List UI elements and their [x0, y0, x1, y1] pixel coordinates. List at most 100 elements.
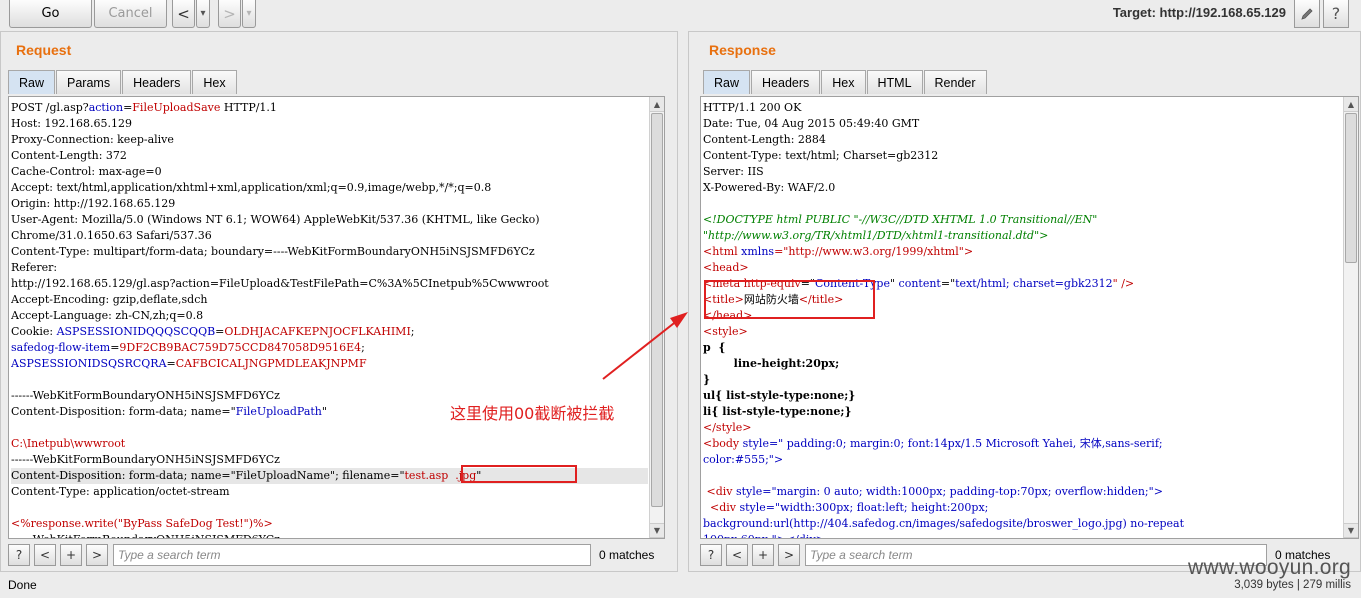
code-token: color:#555;"> [703, 453, 784, 466]
code-token: ul{ list-style-type:none;} [703, 389, 856, 402]
code-token: Host: 192.168.65.129 [11, 117, 132, 130]
code-token: <%response.write("ByPass SafeDog Test!")… [11, 517, 273, 530]
code-line: Chrome/31.0.1650.63 Safari/537.36 [11, 228, 648, 244]
code-token: text/html; charset=gbk2312 [955, 277, 1113, 290]
code-token: HTTP/1.1 200 OK [703, 101, 802, 114]
tab-headers[interactable]: Headers [122, 70, 192, 94]
tab-render[interactable]: Render [923, 70, 987, 94]
code-line: http://192.168.65.129/gl.asp?action=File… [11, 276, 648, 292]
forward-history-dropdown[interactable]: ▾ [242, 0, 256, 28]
code-token: 9DF2CB9BAC759D75CCD847058D9516E4 [119, 341, 362, 354]
back-history-dropdown[interactable]: ▾ [196, 0, 210, 28]
target-host: Target: http://192.168.65.129 [1112, 5, 1286, 20]
help-button[interactable]: ? [1323, 0, 1349, 28]
code-token: " [889, 277, 899, 290]
code-token: " [321, 405, 327, 418]
code-token: <meta [703, 277, 744, 290]
code-token: style [739, 501, 766, 514]
code-token: http://192.168.65.129/gl.asp?action=File… [11, 277, 549, 290]
search-options-button[interactable]: + [752, 544, 774, 566]
code-token: content [898, 277, 941, 290]
code-line: li{ list-style-type:none;} [703, 404, 1342, 420]
search-prev-button[interactable]: < [726, 544, 748, 566]
back-button[interactable]: < [172, 0, 195, 28]
search-next-button[interactable]: > [86, 544, 108, 566]
code-token: <div [703, 501, 740, 514]
code-token: test.asp .jpg [404, 469, 477, 482]
code-token: Accept: text/html,application/xhtml+xml,… [11, 181, 492, 194]
scroll-down-arrow-icon[interactable]: ▼ [1344, 523, 1358, 538]
code-token: </style> [703, 421, 752, 434]
code-token: =" [940, 277, 956, 290]
code-line: background:url(http://404.safedog.cn/ima… [703, 516, 1342, 532]
search-help-button[interactable]: ? [8, 544, 30, 566]
code-token: Content-Type: application/octet-stream [11, 485, 230, 498]
response-text[interactable]: HTTP/1.1 200 OK Date: Tue, 04 Aug 2015 05… [703, 100, 1342, 538]
code-line: ------WebKitFormBoundaryONH5iNSJSMFD6YCz… [11, 532, 648, 538]
code-line: Content-Length: 2884 [703, 132, 1342, 148]
code-token: ------WebKitFormBoundaryONH5iNSJSMFD6YCz [11, 453, 280, 466]
scroll-up-arrow-icon[interactable]: ▲ [650, 97, 664, 112]
tab-raw[interactable]: Raw [703, 70, 751, 94]
response-editor[interactable]: HTTP/1.1 200 OK Date: Tue, 04 Aug 2015 05… [700, 96, 1359, 539]
code-line: User-Agent: Mozilla/5.0 (Windows NT 6.1;… [11, 212, 648, 228]
response-scrollbar[interactable]: ▲ ▼ [1343, 97, 1358, 538]
go-button[interactable]: Go [9, 0, 92, 28]
code-line: <head> [703, 260, 1342, 276]
tab-hex[interactable]: Hex [821, 70, 866, 94]
code-line: p { [703, 340, 1342, 356]
code-token: background:url(http://404.safedog.cn/ima… [703, 517, 1184, 530]
request-search-input[interactable]: Type a search term [113, 544, 591, 566]
code-token: style [742, 437, 769, 450]
code-line: Content-Type: multipart/form-data; bound… [11, 244, 648, 260]
code-token: </title> [798, 293, 844, 306]
search-options-button[interactable]: + [60, 544, 82, 566]
search-next-button[interactable]: > [778, 544, 800, 566]
scroll-up-arrow-icon[interactable]: ▲ [1344, 97, 1358, 112]
tab-hex[interactable]: Hex [192, 70, 237, 94]
code-token: <!DOCTYPE html PUBLIC "-//W3C//DTD XHTML… [703, 213, 1098, 226]
forward-button[interactable]: > [218, 0, 241, 28]
code-token: <html [703, 245, 742, 258]
edit-target-button[interactable] [1294, 0, 1320, 28]
response-title: Response [709, 42, 776, 58]
code-line: Accept-Language: zh-CN,zh;q=0.8 [11, 308, 648, 324]
code-token: ; [361, 341, 365, 354]
code-token: Content-Length: 372 [11, 149, 127, 162]
search-prev-button[interactable]: < [34, 544, 56, 566]
code-token: X-Powered-By: WAF/2.0 [703, 181, 836, 194]
code-line: Content-Type: text/html; Charset=gb2312 [703, 148, 1342, 164]
code-token: li{ list-style-type:none;} [703, 405, 852, 418]
scrollbar-thumb[interactable] [1345, 113, 1357, 263]
code-line: <%response.write("ByPass SafeDog Test!")… [11, 516, 648, 532]
toolbar: Go Cancel < ▾ > ▾ Target: http://192.168… [0, 0, 1361, 30]
search-help-button[interactable]: ? [700, 544, 722, 566]
code-token: Content-Length: 2884 [703, 133, 826, 146]
scrollbar-thumb[interactable] [651, 113, 663, 507]
tab-params[interactable]: Params [56, 70, 122, 94]
code-token: ="http://www.w3.org/1999/xhtml"> [774, 245, 974, 258]
code-line: <title>网站防火墙</title> [703, 292, 1342, 308]
code-token: = [123, 101, 133, 114]
code-line: C:\Inetpub\wwwroot [11, 436, 648, 452]
code-line: <html xmlns="http://www.w3.org/1999/xhtm… [703, 244, 1342, 260]
request-text[interactable]: POST /gl.asp?action=FileUploadSave HTTP/… [11, 100, 648, 538]
request-editor[interactable]: POST /gl.asp?action=FileUploadSave HTTP/… [8, 96, 665, 539]
code-token: " /> [1112, 277, 1135, 290]
code-token: Proxy-Connection: keep-alive [11, 133, 174, 146]
code-token: Content-Disposition: form-data; name="Fi… [11, 469, 405, 482]
code-line: ul{ list-style-type:none;} [703, 388, 1342, 404]
code-line: ------WebKitFormBoundaryONH5iNSJSMFD6YCz [11, 452, 648, 468]
code-token: <body [703, 437, 743, 450]
code-token: ------WebKitFormBoundaryONH5iNSJSMFD6YCz [11, 389, 280, 402]
code-token: <style> [703, 325, 748, 338]
request-scrollbar[interactable]: ▲ ▼ [649, 97, 664, 538]
tab-raw[interactable]: Raw [8, 70, 56, 94]
tab-headers[interactable]: Headers [751, 70, 821, 94]
scroll-down-arrow-icon[interactable]: ▼ [650, 523, 664, 538]
tab-html[interactable]: HTML [866, 70, 923, 94]
code-token: Chrome/31.0.1650.63 Safari/537.36 [11, 229, 212, 242]
cancel-button[interactable]: Cancel [94, 0, 167, 28]
